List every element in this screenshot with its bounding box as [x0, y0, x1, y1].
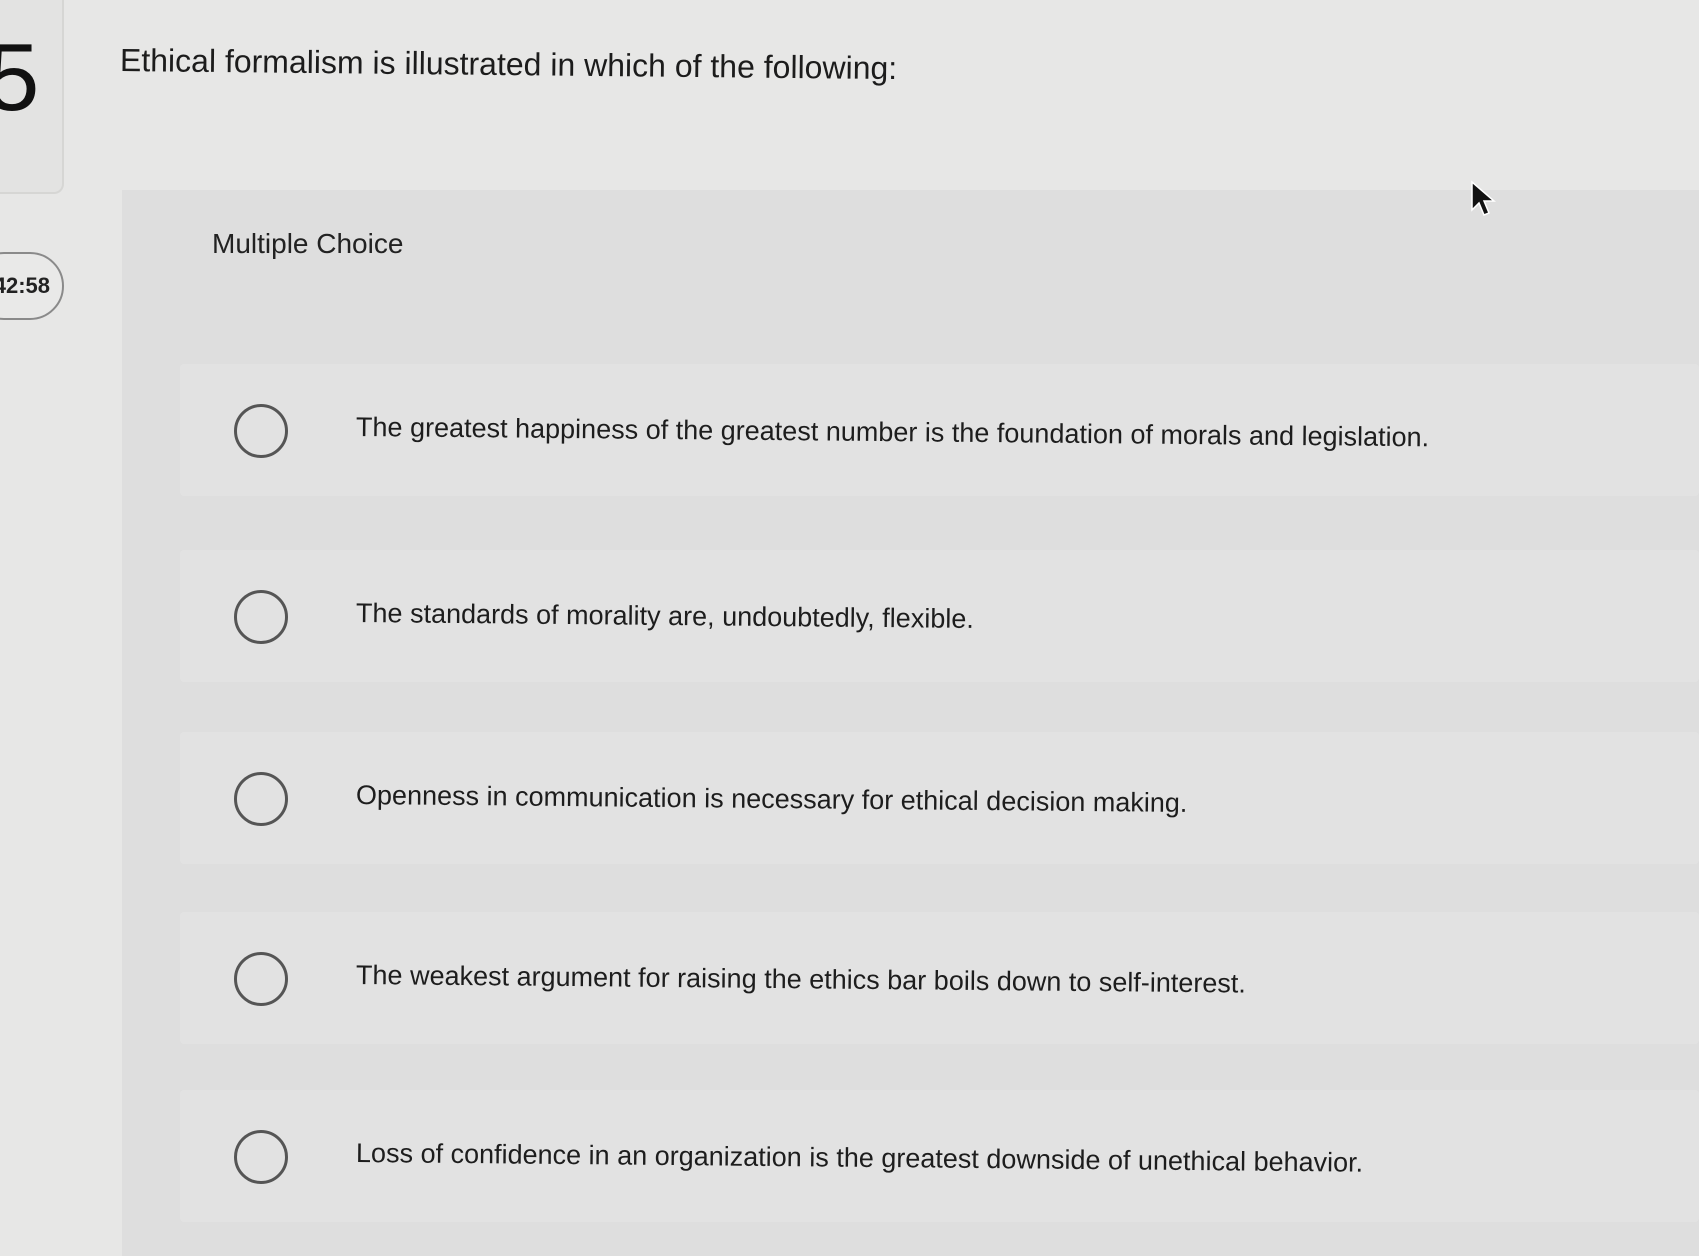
choice-label: The weakest argument for raising the eth…	[355, 960, 1247, 999]
choice-option[interactable]: The standards of morality are, undoubted…	[180, 550, 1699, 682]
choice-option[interactable]: Openness in communication is necessary f…	[180, 732, 1699, 864]
radio-button[interactable]	[234, 772, 288, 826]
question-number: 5	[0, 24, 40, 131]
radio-button[interactable]	[234, 1130, 288, 1184]
choice-option[interactable]: The weakest argument for raising the eth…	[180, 912, 1699, 1044]
choice-label: Openness in communication is necessary f…	[355, 780, 1188, 818]
question-prompt: Ethical formalism is illustrated in whic…	[119, 42, 898, 87]
question-type-label: Multiple Choice	[212, 228, 404, 259]
question-nav-tile[interactable]: 5	[0, 0, 64, 194]
choice-option[interactable]: Loss of confidence in an organization is…	[180, 1090, 1699, 1222]
mouse-cursor-icon	[1471, 180, 1496, 216]
radio-button[interactable]	[234, 590, 288, 644]
radio-button[interactable]	[234, 404, 288, 458]
choice-option[interactable]: The greatest happiness of the greatest n…	[180, 364, 1699, 496]
choice-label: Loss of confidence in an organization is…	[355, 1138, 1364, 1178]
choice-label: The greatest happiness of the greatest n…	[355, 412, 1430, 453]
choice-label: The standards of morality are, undoubted…	[355, 598, 974, 634]
timer-badge: 42:58	[0, 252, 64, 320]
radio-button[interactable]	[234, 952, 288, 1006]
